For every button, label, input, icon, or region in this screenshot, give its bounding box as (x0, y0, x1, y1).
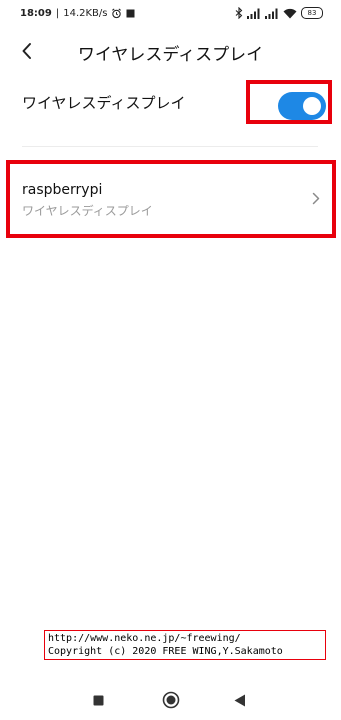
recents-square-icon (93, 695, 103, 705)
highlight-box-toggle (246, 80, 332, 124)
nav-back-button[interactable] (228, 688, 252, 712)
status-bar: 18:09 | 14.2KB/s 83 (0, 0, 341, 28)
copyright-url: http://www.neko.ne.jp/~freewing/ (48, 633, 241, 644)
signal-icon (265, 8, 278, 19)
notification-square-icon (126, 9, 135, 18)
copyright-box: http://www.neko.ne.jp/~freewing/ Copyrig… (44, 630, 326, 660)
network-speed: 14.2KB/s (63, 8, 108, 19)
recents-button[interactable] (86, 688, 110, 712)
status-right: 83 (235, 7, 323, 19)
wifi-icon (283, 8, 297, 18)
status-time: 18:09 (20, 8, 52, 19)
chevron-right-icon (312, 192, 320, 205)
wireless-display-toggle-row[interactable]: ワイヤレスディスプレイ (0, 80, 341, 124)
alarm-icon (112, 8, 122, 19)
header: ワイヤレスディスプレイ (0, 28, 341, 74)
toggle-knob (303, 97, 321, 115)
bluetooth-icon (235, 7, 243, 19)
device-name: raspberrypi (22, 182, 103, 198)
copyright-text: Copyright (c) 2020 FREE WING,Y.Sakamoto (48, 646, 283, 657)
page-title: ワイヤレスディスプレイ (77, 45, 264, 65)
wireless-display-toggle[interactable] (278, 92, 326, 120)
toggle-label: ワイヤレスディスプレイ (22, 94, 186, 112)
status-left: 18:09 | 14.2KB/s (20, 8, 135, 19)
navigation-bar (0, 680, 341, 720)
status-separator: | (55, 8, 60, 19)
back-triangle-icon (234, 694, 245, 706)
device-subtitle: ワイヤレスディスプレイ (22, 204, 153, 218)
divider (22, 146, 318, 147)
device-list-item[interactable]: raspberrypi ワイヤレスディスプレイ (6, 160, 336, 238)
signal-icon (247, 8, 260, 19)
battery-icon: 83 (301, 7, 323, 19)
home-button[interactable] (159, 688, 183, 712)
home-circle-icon (162, 691, 180, 709)
